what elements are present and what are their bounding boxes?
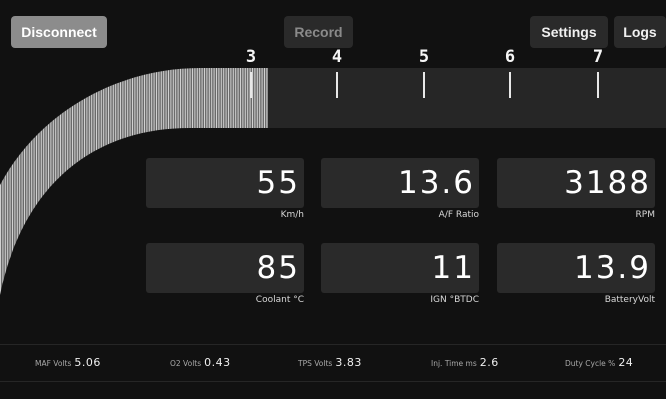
duty-cycle-value: 24: [618, 356, 634, 369]
record-button[interactable]: Record: [284, 16, 353, 48]
battery-value: 13.9: [573, 250, 651, 286]
tachometer-track: [268, 68, 666, 128]
ignition-gauge: 11: [321, 243, 479, 293]
speed-gauge: 55: [146, 158, 304, 208]
o2-volts-value: 0.43: [204, 356, 231, 369]
speed-unit-label: Km/h: [280, 210, 304, 220]
settings-button[interactable]: Settings: [530, 16, 608, 48]
tick-mark-6: [509, 72, 511, 98]
tick-mark-5: [423, 72, 425, 98]
top-toolbar: Disconnect Record Settings Logs: [0, 0, 666, 52]
ignition-unit-label: IGN °BTDC: [430, 295, 479, 305]
tps-volts-value: 3.83: [335, 356, 362, 369]
speed-value: 55: [256, 165, 300, 201]
ignition-value: 11: [431, 250, 475, 286]
tick-mark-3: [250, 72, 252, 98]
footer-divider-bottom: [0, 381, 666, 382]
rpm-unit-label: RPM: [635, 210, 655, 220]
af-ratio-unit-label: A/F Ratio: [438, 210, 479, 220]
duty-cycle-stat: Duty Cycle % 24: [565, 356, 633, 369]
tps-volts-label: TPS Volts: [298, 359, 333, 368]
tps-volts-stat: TPS Volts 3.83: [298, 356, 362, 369]
maf-volts-label: MAF Volts: [35, 359, 72, 368]
logs-button[interactable]: Logs: [614, 16, 666, 48]
af-ratio-value: 13.6: [397, 165, 475, 201]
tick-mark-4: [336, 72, 338, 98]
af-ratio-gauge: 13.6: [321, 158, 479, 208]
inj-time-stat: Inj. Time ms 2.6: [431, 356, 499, 369]
coolant-gauge: 85: [146, 243, 304, 293]
battery-unit-label: BatteryVolt: [604, 295, 655, 305]
o2-volts-label: O2 Volts: [170, 359, 202, 368]
rpm-gauge: 3188: [497, 158, 655, 208]
coolant-unit-label: Coolant °C: [255, 295, 304, 305]
duty-cycle-label: Duty Cycle %: [565, 359, 616, 368]
maf-volts-value: 5.06: [74, 356, 101, 369]
footer-divider-top: [0, 344, 666, 345]
coolant-value: 85: [256, 250, 300, 286]
inj-time-value: 2.6: [479, 356, 499, 369]
disconnect-button[interactable]: Disconnect: [11, 16, 107, 48]
o2-volts-stat: O2 Volts 0.43: [170, 356, 231, 369]
inj-time-label: Inj. Time ms: [431, 359, 477, 368]
tick-mark-7: [597, 72, 599, 98]
dashboard-screen: Disconnect Record Settings Logs 3 4 5 6 …: [0, 0, 666, 399]
battery-gauge: 13.9: [497, 243, 655, 293]
maf-volts-stat: MAF Volts 5.06: [35, 356, 101, 369]
rpm-value: 3188: [564, 165, 651, 201]
